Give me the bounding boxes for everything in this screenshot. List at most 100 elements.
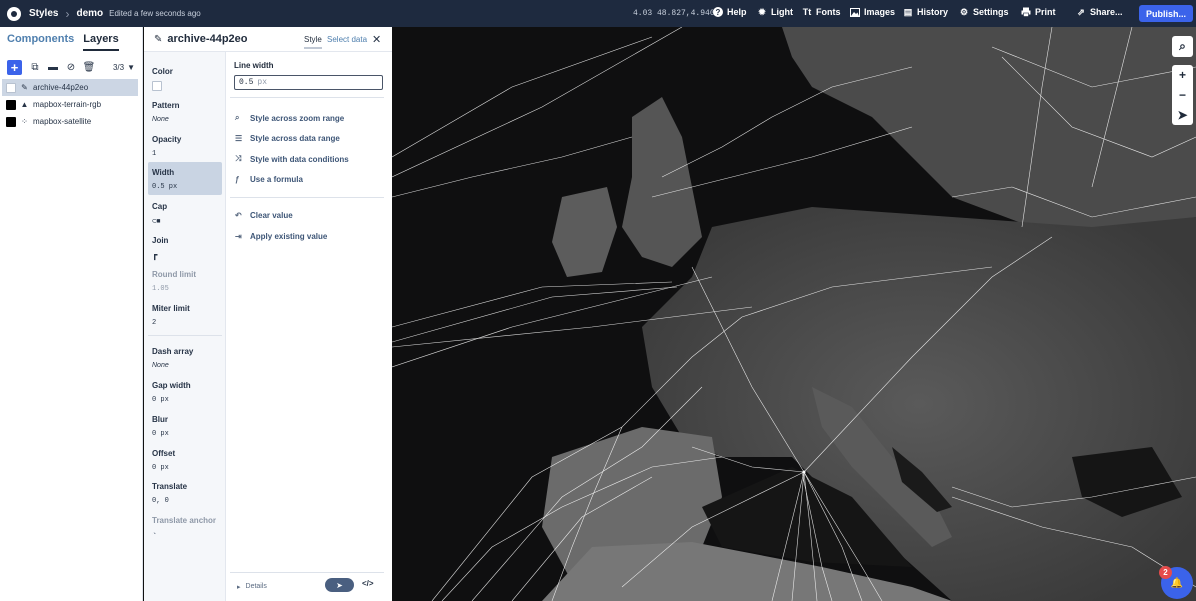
layer-name: mapbox-terrain-rgb [33,100,102,109]
line-width-input[interactable]: 0.5 px [234,75,383,90]
map-search-control[interactable]: ⌕ [1172,36,1193,57]
divider [230,197,384,198]
map-navigation-control: + − ➤ [1172,65,1193,125]
style-across-data-option[interactable]: ☰ Style across data range [235,134,340,143]
cursor-icon: ➤ [336,580,343,590]
use-formula-option[interactable]: ƒ Use a formula [235,175,303,184]
prop-color[interactable]: Color [148,63,222,95]
divider [230,97,384,98]
layer-item-terrain[interactable]: ▲ mapbox-terrain-rgb [0,96,142,113]
prop-gap-width[interactable]: Gap width 0 px [148,377,222,408]
svg-text:?: ? [716,8,721,17]
layer-item-archive[interactable]: ✎ archive-44p2eo [2,79,138,96]
mountain-icon: ▲ [20,100,29,109]
prop-offset[interactable]: Offset 0 px [148,445,222,476]
map-position-readout: 4.03 48.827,4.940 [633,9,715,18]
style-data-conditions-option[interactable]: ⤨ Style with data conditions [235,154,349,164]
tab-layers[interactable]: Layers [83,33,119,51]
compass-icon[interactable]: ➤ [1172,105,1193,125]
land-ireland [552,187,617,277]
tab-select-data[interactable]: Select data [327,35,367,44]
prop-label: Translate anchor [152,516,217,525]
panel-tabs: Components Layers [0,27,142,51]
light-button[interactable]: ✹ Light [757,7,793,18]
zoom-range-icon: ⌕ [235,113,240,122]
editor-header: ✎ archive-44p2eo Style Select data ✕ [144,27,392,52]
fonts-button[interactable]: Tt Fonts [802,7,841,17]
search-icon[interactable]: ⌕ [1172,36,1193,56]
layer-count[interactable]: 3/3 ▼ [113,63,135,72]
option-label: Style with data conditions [250,154,349,164]
prop-miter-limit[interactable]: Miter limit 2 [148,300,222,331]
map-canvas[interactable] [392,27,1196,601]
folder-icon[interactable]: ▬ [48,62,58,73]
prop-label: Offset [152,449,176,458]
clear-value-option[interactable]: ↶ Clear value [235,211,293,220]
breadcrumb-styles[interactable]: Styles [29,8,58,19]
tab-components[interactable]: Components [7,33,74,51]
prop-opacity[interactable]: Opacity 1 [148,131,222,162]
publish-button[interactable]: Publish... [1139,5,1193,22]
print-label: Print [1035,7,1056,17]
prop-join[interactable]: Join ┏ [148,232,222,265]
layer-count-value: 3/3 [112,62,125,72]
filter-icon: ▼ [127,62,135,72]
prop-translate-anchor[interactable]: Translate anchor ◔ [148,512,222,543]
land-britain [622,97,702,267]
font-icon: Tt [802,7,812,17]
prop-value: 0, 0 [152,497,169,505]
prop-pattern[interactable]: Pattern None [148,97,222,127]
prop-label: Dash array [152,347,194,356]
help-button[interactable]: ? Help [713,7,747,17]
images-label: Images [864,7,896,17]
edited-status: Edited a few seconds ago [109,9,201,18]
prop-label: Round limit [152,270,196,279]
divider [148,335,222,336]
prop-width[interactable]: Width 0.5 px [148,162,222,195]
image-icon [850,7,860,17]
prop-dash-array[interactable]: Dash array None [148,343,222,373]
print-button[interactable]: Print [1021,7,1056,17]
layer-item-satellite[interactable]: ⁘ mapbox-satellite [0,113,142,130]
editor-layer-name[interactable]: archive-44p2eo [167,33,247,45]
prop-translate[interactable]: Translate 0, 0 [148,478,222,509]
layers-panel: Components Layers + ⧉ ▬ ⊘ 🗑 3/3 ▼ ✎ arch… [0,27,143,601]
line-width-value: 0.5 [239,78,254,87]
prop-cap[interactable]: Cap ⊂■ [148,198,222,230]
breadcrumb-separator-icon: › [65,6,70,21]
light-label: Light [771,7,793,17]
prop-value: 0 px [152,464,169,472]
hide-icon[interactable]: ⊘ [66,62,76,73]
settings-button[interactable]: ⚙ Settings [959,7,1009,18]
prop-value: 1 [152,150,157,158]
pencil-icon: ✎ [154,33,163,45]
share-button[interactable]: ⇗ Share... [1076,7,1122,18]
layer-swatch [6,82,16,93]
chevron-right-icon: ▸ [237,583,241,591]
prop-round-limit[interactable]: Round limit 1.05 [148,266,222,297]
mapbox-logo-icon[interactable] [7,6,21,21]
tab-style[interactable]: Style [304,35,322,49]
code-icon[interactable]: </> [362,579,374,588]
prop-blur[interactable]: Blur 0 px [148,411,222,442]
undo-icon: ↶ [235,211,242,220]
notification-badge: 2 [1159,566,1172,579]
option-label: Apply existing value [250,232,328,241]
zoom-in-icon[interactable]: + [1172,65,1193,85]
trash-icon[interactable]: 🗑 [83,62,96,73]
images-button[interactable]: Images [850,7,895,17]
prop-value: 0.5 px [152,183,178,191]
duplicate-icon[interactable]: ⧉ [30,62,40,73]
details-toggle[interactable]: ▸ Details [237,583,267,591]
style-across-zoom-option[interactable]: ⌕ Style across zoom range [235,113,344,123]
prop-label: Gap width [152,381,191,390]
apply-existing-value-option[interactable]: ⇥ Apply existing value [235,232,327,241]
zoom-out-icon[interactable]: − [1172,85,1193,105]
breadcrumb-style-name[interactable]: demo [76,8,103,19]
cursor-mode-button[interactable]: ➤ [325,578,354,592]
color-swatch[interactable] [152,81,162,91]
add-layer-button[interactable]: + [7,59,22,75]
line-width-unit: px [257,78,268,87]
history-button[interactable]: ▤ History [903,7,948,18]
close-icon[interactable]: ✕ [372,33,381,46]
